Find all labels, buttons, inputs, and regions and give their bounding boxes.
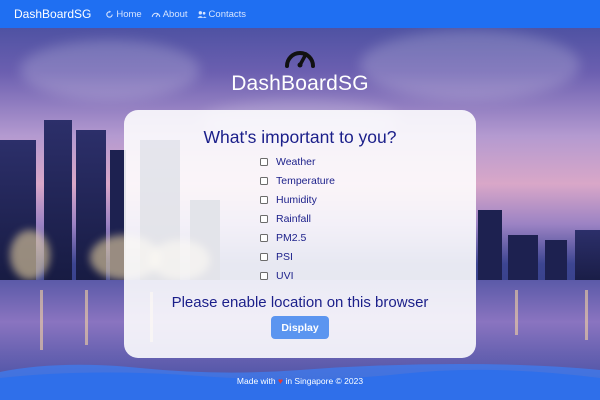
option-humidity[interactable]: Humidity	[260, 190, 335, 209]
option-label: PM2.5	[276, 231, 307, 244]
footer-credit: in Singapore © 2023	[285, 376, 364, 386]
navbar-brand[interactable]: DashBoardSG	[14, 7, 91, 21]
option-psi[interactable]: PSI	[260, 247, 335, 266]
nav-link-about-label: About	[162, 8, 188, 20]
nav-link-contacts-label: Contacts	[208, 8, 247, 20]
nav-link-home-label: Home	[116, 8, 142, 20]
option-label: Temperature	[276, 174, 335, 187]
card-title: What's important to you?	[203, 127, 397, 147]
location-message: Please enable location on this browser	[171, 294, 429, 311]
refresh-icon	[106, 10, 114, 18]
option-label: PSI	[276, 250, 293, 263]
nav-link-home[interactable]: Home	[105, 8, 142, 20]
humidity-checkbox[interactable]	[260, 195, 268, 204]
hero-title: DashBoardSG	[231, 72, 369, 95]
psi-checkbox[interactable]	[260, 252, 268, 261]
nav-link-contacts[interactable]: Contacts	[196, 8, 247, 20]
footer-text: Made with ♥ in Singapore © 2023	[0, 376, 600, 386]
option-uvi[interactable]: UVI	[260, 266, 335, 285]
temperature-checkbox[interactable]	[260, 176, 268, 185]
option-weather[interactable]: Weather	[260, 152, 335, 171]
footer-made-with: Made with	[236, 376, 276, 386]
rainfall-checkbox[interactable]	[260, 214, 268, 223]
option-label: Rainfall	[276, 212, 312, 225]
pm25-checkbox[interactable]	[260, 233, 268, 242]
display-button[interactable]: Display	[271, 316, 329, 339]
option-label: Weather	[276, 155, 316, 168]
gauge-icon	[151, 12, 160, 17]
option-temperature[interactable]: Temperature	[260, 171, 335, 190]
heart-icon: ♥	[278, 376, 284, 386]
preferences-card: What's important to you? Weather Tempera…	[124, 110, 476, 358]
speedometer-icon	[285, 51, 315, 68]
option-rainfall[interactable]: Rainfall	[260, 209, 335, 228]
weather-checkbox[interactable]	[260, 157, 268, 166]
uvi-checkbox[interactable]	[260, 271, 268, 280]
nav-link-about[interactable]: About	[151, 9, 188, 20]
users-icon	[196, 10, 207, 18]
options-list: Weather Temperature Humidity Rainfall PM…	[260, 152, 335, 285]
option-label: Humidity	[276, 193, 317, 206]
option-pm25[interactable]: PM2.5	[260, 228, 335, 247]
option-label: UVI	[276, 269, 294, 282]
navbar: DashBoardSG Home About Contacts	[0, 0, 600, 28]
